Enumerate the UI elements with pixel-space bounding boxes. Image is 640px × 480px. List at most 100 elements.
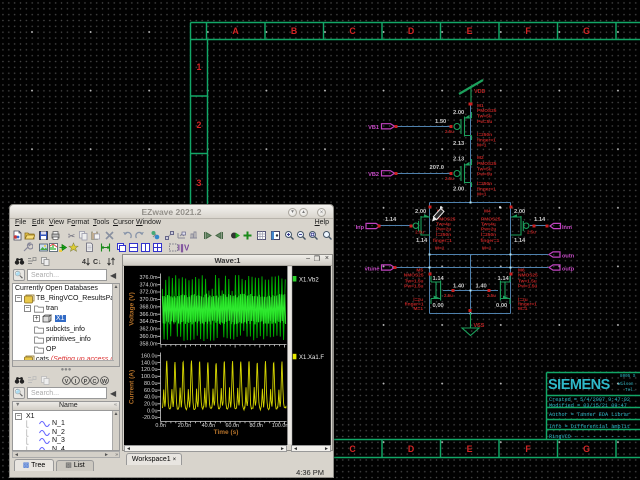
svg-text:Pw=5u: Pw=5u — [477, 172, 492, 178]
svg-text:I∥V: I∥V — [178, 244, 189, 253]
svg-text:l=250n: l=250n — [477, 132, 492, 138]
svg-text:372.0m: 372.0m — [140, 290, 158, 296]
svg-text:374.0m: 374.0m — [140, 282, 158, 288]
svg-text:20.0n: 20.0n — [178, 423, 192, 429]
svg-text:X1.Xa1.F: X1.Xa1.F — [299, 355, 324, 361]
svg-text:M=1: M=1 — [482, 245, 492, 251]
svg-text:outn: outn — [562, 254, 575, 260]
svg-text:366.0m: 366.0m — [140, 312, 158, 318]
svg-text:1.14: 1.14 — [433, 276, 445, 282]
svg-text:8005 S: 8005 S — [620, 374, 636, 379]
svg-text:F: F — [525, 26, 531, 36]
svg-text:2.00: 2.00 — [514, 209, 525, 215]
svg-text:B: B — [291, 26, 297, 36]
svg-text:2.5u: 2.5u — [415, 230, 424, 235]
svg-text:364.0m: 364.0m — [140, 319, 158, 325]
svg-text:376.0m: 376.0m — [140, 275, 158, 281]
svg-text:100.0n: 100.0n — [272, 423, 289, 429]
svg-text:l=250n: l=250n — [477, 181, 492, 187]
svg-text:vtune: vtune — [365, 267, 380, 273]
svg-text:NMOS25: NMOS25 — [518, 273, 538, 279]
svg-text:Current (A): Current (A) — [129, 370, 136, 404]
svg-text:E: E — [467, 26, 473, 36]
svg-text:80.0n: 80.0n — [249, 423, 263, 429]
svg-text:Tw=5u: Tw=5u — [477, 166, 492, 172]
svg-text:358.0m: 358.0m — [140, 341, 158, 347]
svg-text:2.5u: 2.5u — [445, 176, 454, 181]
svg-text:C: C — [349, 444, 356, 454]
svg-text:Tw=1.5u: Tw=1.5u — [518, 278, 537, 284]
svg-text:F: F — [525, 444, 531, 454]
svg-text:E: E — [467, 444, 473, 454]
svg-text:G: G — [583, 444, 590, 454]
svg-text:4: 4 — [82, 259, 86, 266]
svg-text:Modified = 03/15/21 09:47: Modified = 03/15/21 09:47 — [549, 403, 627, 409]
svg-text:Pw=2u: Pw=2u — [436, 227, 451, 233]
svg-text:207.0: 207.0 — [430, 165, 445, 171]
svg-text:Info = Differential amplit: Info = Differential amplit — [549, 424, 630, 430]
svg-text:60.0u: 60.0u — [144, 388, 158, 394]
svg-text:C: C — [93, 379, 97, 385]
svg-text:-20.0u: -20.0u — [142, 415, 157, 421]
svg-text:M=1: M=1 — [435, 245, 445, 251]
svg-text:3: 3 — [197, 178, 202, 188]
svg-text:finger=1: finger=1 — [477, 186, 496, 192]
svg-text:1: 1 — [197, 62, 202, 72]
svg-text:100.0u: 100.0u — [141, 374, 158, 380]
svg-text:M4: M4 — [484, 209, 491, 215]
svg-text:VDD: VDD — [474, 89, 485, 95]
svg-text:1.14: 1.14 — [416, 238, 428, 244]
svg-text:Inm: Inm — [562, 225, 572, 231]
svg-text:2.5u: 2.5u — [527, 230, 536, 235]
svg-text:2.5u: 2.5u — [487, 293, 496, 298]
svg-text:2: 2 — [197, 120, 202, 130]
svg-text:Author = Tanner EDA Librar: Author = Tanner EDA Librar — [549, 412, 630, 418]
svg-text:outp: outp — [562, 267, 575, 273]
svg-text:1.14: 1.14 — [514, 238, 526, 244]
svg-text:360.0m: 360.0m — [140, 334, 158, 340]
svg-text:80.0u: 80.0u — [144, 381, 158, 387]
svg-text:C: C — [349, 26, 356, 36]
svg-text:0.0n: 0.0n — [155, 423, 166, 429]
svg-text:M2: M2 — [477, 155, 484, 161]
svg-text:Tw=5u: Tw=5u — [477, 114, 492, 120]
svg-text:120.0u: 120.0u — [141, 367, 158, 373]
svg-text:VSS: VSS — [474, 323, 485, 329]
svg-text:1.14: 1.14 — [385, 217, 397, 223]
svg-text:P: P — [84, 379, 88, 385]
svg-text:Pw=2u: Pw=2u — [481, 227, 496, 233]
svg-text:M=1: M=1 — [477, 143, 487, 149]
svg-text:X1.Vb2: X1.Vb2 — [299, 277, 319, 283]
svg-text:SIEMENS: SIEMENS — [548, 377, 611, 393]
svg-text:RingVCO - - - - - - - - -: RingVCO - - - - - - - - - — [549, 434, 627, 440]
svg-text:D: D — [408, 444, 414, 454]
svg-text:Tw=1.5u: Tw=1.5u — [405, 278, 424, 284]
svg-text:l=250n: l=250n — [436, 232, 451, 238]
svg-text:Time (s): Time (s) — [214, 429, 239, 436]
svg-text:140.0u: 140.0u — [141, 360, 158, 366]
svg-text:Tw=4u: Tw=4u — [436, 222, 451, 228]
svg-text:0.00: 0.00 — [496, 303, 507, 309]
svg-text:1.14: 1.14 — [498, 276, 510, 282]
svg-text:Wilson: Wilson — [618, 382, 634, 387]
svg-text:40.0u: 40.0u — [144, 395, 158, 401]
svg-text:M=1: M=1 — [477, 192, 487, 198]
svg-text:✂: ✂ — [68, 231, 76, 241]
svg-text:Inp: Inp — [356, 225, 365, 231]
svg-text:M=1: M=1 — [518, 306, 528, 312]
svg-text:1.40: 1.40 — [476, 284, 487, 290]
svg-text:2.13: 2.13 — [453, 141, 465, 147]
svg-text:finger=1: finger=1 — [477, 137, 496, 143]
svg-text:PMOS25: PMOS25 — [477, 108, 497, 114]
svg-text:Pw=1.5u: Pw=1.5u — [518, 284, 537, 290]
svg-text:G: G — [583, 26, 590, 36]
svg-text:1.14: 1.14 — [534, 217, 546, 223]
svg-text:1.50: 1.50 — [435, 119, 446, 125]
svg-text:362.0m: 362.0m — [140, 327, 158, 333]
svg-text:finger=1: finger=1 — [481, 238, 500, 244]
svg-text:C↓: C↓ — [93, 259, 102, 266]
svg-text:D: D — [408, 26, 414, 36]
svg-text:368.0m: 368.0m — [140, 305, 158, 311]
svg-text:0.00: 0.00 — [433, 303, 444, 309]
svg-text:l=250n: l=250n — [481, 232, 496, 238]
